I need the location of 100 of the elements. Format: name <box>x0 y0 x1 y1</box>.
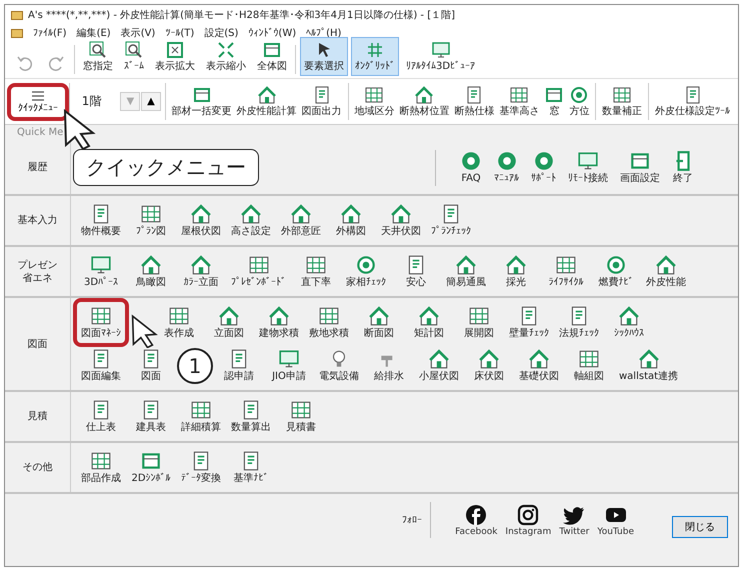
menu-tile-button[interactable]: 屋根伏図 <box>177 200 225 241</box>
link-button[interactable]: ﾘﾓｰﾄ接続 <box>564 147 612 188</box>
menu-item[interactable]: 設定(S) <box>204 26 238 40</box>
social-link[interactable]: YouTube <box>597 504 634 536</box>
quick-menu-button[interactable]: ｸｲｯｸﾒﾆｭｰ <box>11 86 65 116</box>
menu-tile-button[interactable]: 断面図 <box>355 302 403 343</box>
stepper-button[interactable]: ▲ <box>141 92 161 111</box>
menu-tile-button[interactable]: 外構図 <box>327 200 375 241</box>
expand-icon <box>165 40 185 60</box>
highlight-frame <box>73 298 129 347</box>
toolbar-button[interactable]: 窓 <box>542 82 566 121</box>
menu-tile-button[interactable]: 基礎伏図 <box>515 345 563 386</box>
menu-item[interactable]: ｳｨﾝﾄﾞｳ(W) <box>248 26 296 38</box>
toolbar-button[interactable]: 図面出力 <box>300 82 344 121</box>
menu-tile-button[interactable]: 2Dｼﾝﾎﾞﾙ <box>127 447 175 488</box>
menu-tile-button[interactable]: 安心 <box>392 251 440 292</box>
menu-tile-button[interactable]: 簡易通風 <box>442 251 490 292</box>
callout-label: クイックメニュー <box>73 148 259 186</box>
grid-icon <box>248 254 270 276</box>
menu-tile-button[interactable]: ﾌﾟﾗﾝﾁｪｯｸ <box>427 200 475 241</box>
menu-tile-button[interactable]: 床伏図 <box>465 345 513 386</box>
toolbar-button[interactable]: ｵﾝｸﾞﾘｯﾄﾞ <box>351 37 399 76</box>
menu-tile-button[interactable]: 家相ﾁｪｯｸ <box>342 251 390 292</box>
social-link[interactable]: Twitter <box>559 504 590 536</box>
social-link[interactable]: Instagram <box>505 504 552 536</box>
link-button[interactable]: 終了 <box>668 147 698 188</box>
toolbar-button[interactable]: 外皮性能計算 <box>234 82 299 121</box>
menu-tile-button[interactable]: wallstat連携 <box>615 345 682 386</box>
menu-tile-button[interactable]: 数量算出 <box>227 396 275 437</box>
menu-item[interactable]: ﾍﾙﾌﾟ(H) <box>306 26 342 38</box>
menu-tile-button[interactable]: 鳥瞰図 <box>127 251 175 292</box>
toolbar-button[interactable]: 部材一括変更 <box>170 82 234 121</box>
menu-tile-button[interactable]: 小屋伏図 <box>415 345 463 386</box>
menu-tile-button[interactable]: 図面編集 <box>77 345 125 386</box>
toolbar-button[interactable]: 表示縮小 <box>202 37 250 76</box>
menu-tile-button[interactable]: 天井伏図 <box>377 200 425 241</box>
menu-tile-button[interactable]: 建具表 <box>127 396 175 437</box>
link-button[interactable]: ｻﾎﾟｰﾄ <box>527 147 560 188</box>
menu-tile-button[interactable]: ﾌﾟﾗﾝ図 <box>127 200 175 241</box>
menu-tile-button[interactable]: 基準ﾅﾋﾞ <box>227 447 275 488</box>
toolbar-button[interactable]: 断熱材位置 <box>397 82 452 121</box>
menu-tile-button[interactable]: 展開図 <box>455 302 503 343</box>
menu-tile-button[interactable]: 軸組図 <box>565 345 613 386</box>
toolbar-button[interactable]: 基準高さ <box>497 82 542 121</box>
menu-tile-button[interactable]: 直下率 <box>292 251 340 292</box>
toolbar-button[interactable]: ｽﾞｰﾑ <box>120 37 148 76</box>
menu-tile-button[interactable]: 見積書 <box>277 396 325 437</box>
menu-item[interactable]: ﾌｧｲﾙ(F) <box>33 26 67 38</box>
menu-tile-button[interactable]: 外部意匠 <box>277 200 325 241</box>
menu-tile-button[interactable]: 表作成 <box>155 302 203 343</box>
menu-tile-button[interactable]: 図面 <box>127 345 175 386</box>
toolbar-button[interactable]: 断熱仕様 <box>452 82 496 121</box>
menu-tile-button[interactable]: 物件概要 <box>77 200 125 241</box>
toolbar-button[interactable]: 表示拡大 <box>151 37 199 76</box>
menu-tile-button[interactable]: ｼｯｸﾊｳｽ <box>605 302 653 343</box>
menu-tile-button[interactable]: 採光 <box>492 251 540 292</box>
menu-tile-button[interactable]: ｶﾗｰ立面 <box>177 251 225 292</box>
menu-tile-button[interactable]: 矩計図 <box>405 302 453 343</box>
menu-tile-button[interactable]: 燃費ﾅﾋﾞ <box>592 251 640 292</box>
toolbar-button[interactable]: 地域区分 <box>352 82 396 121</box>
close-button[interactable]: 閉じる <box>672 516 728 538</box>
cursor-icon <box>131 314 159 351</box>
menu-tile-button[interactable]: 図面ﾏﾈｰｼ <box>77 302 125 343</box>
menu-tile-button[interactable]: 敷地求積 <box>305 302 353 343</box>
round-icon <box>496 150 518 172</box>
house-icon <box>505 254 527 276</box>
menu-tile-button[interactable]: 壁量ﾁｪｯｸ <box>505 302 553 343</box>
menu-tile-button[interactable]: ﾌﾟﾚｾﾞﾝﾎﾞｰﾄﾞ <box>227 251 290 292</box>
monitor-icon <box>90 254 112 276</box>
link-button[interactable]: FAQ <box>456 147 486 188</box>
menu-tile-button[interactable]: 認申請 <box>215 345 263 386</box>
menu-tile-button[interactable]: 詳細積算 <box>177 396 225 437</box>
menu-tile-button[interactable]: 外皮性能 <box>642 251 690 292</box>
toolbar-button[interactable]: 窓指定 <box>79 37 117 76</box>
toolbar-button[interactable]: 方位 <box>567 82 592 121</box>
menu-tile-button[interactable]: 建物求積 <box>255 302 303 343</box>
menu-tile-button[interactable]: 仕上表 <box>77 396 125 437</box>
menu-item[interactable]: ﾂｰﾙ(T) <box>165 26 194 38</box>
link-button[interactable]: 画面設定 <box>616 147 664 188</box>
menu-tile-button[interactable]: JIO申請 <box>265 345 313 386</box>
menu-tile-button[interactable]: 部品作成 <box>77 447 125 488</box>
link-button[interactable]: ﾏﾆｭｱﾙ <box>490 147 523 188</box>
menu-tile-button[interactable]: ﾃﾞｰﾀ変換 <box>177 447 225 488</box>
menu-tile-button[interactable]: 高さ設定 <box>227 200 275 241</box>
toolbar-button[interactable]: ﾘｱﾙﾀｲﾑ3Dﾋﾞｭｰｱ <box>402 37 480 76</box>
menu-item[interactable]: 表示(V) <box>120 26 156 40</box>
social-link[interactable]: Facebook <box>455 504 498 536</box>
menu-item[interactable]: 編集(E) <box>76 26 111 40</box>
toolbar-button[interactable]: 要素選択 <box>300 37 348 76</box>
toolbar-button[interactable]: 外皮仕様設定ﾂｰﾙ <box>653 82 732 121</box>
menu-tile-button[interactable]: ﾗｲﾌｻｲｸﾙ <box>542 251 590 292</box>
facebook-icon <box>465 504 488 526</box>
menu-tile-button[interactable]: 電気設備 <box>315 345 363 386</box>
toolbar-button[interactable]: 数量補正 <box>600 82 644 121</box>
toolbar-button[interactable]: 全体図 <box>253 37 291 76</box>
menu-tile-button[interactable]: 給排水 <box>365 345 413 386</box>
menu-tile-button[interactable]: 法規ﾁｪｯｸ <box>555 302 603 343</box>
menu-tile-button[interactable]: 3Dﾊﾟｰｽ <box>77 251 125 292</box>
grid-icon <box>364 85 384 105</box>
menu-tile-button[interactable]: 立面図 <box>205 302 253 343</box>
